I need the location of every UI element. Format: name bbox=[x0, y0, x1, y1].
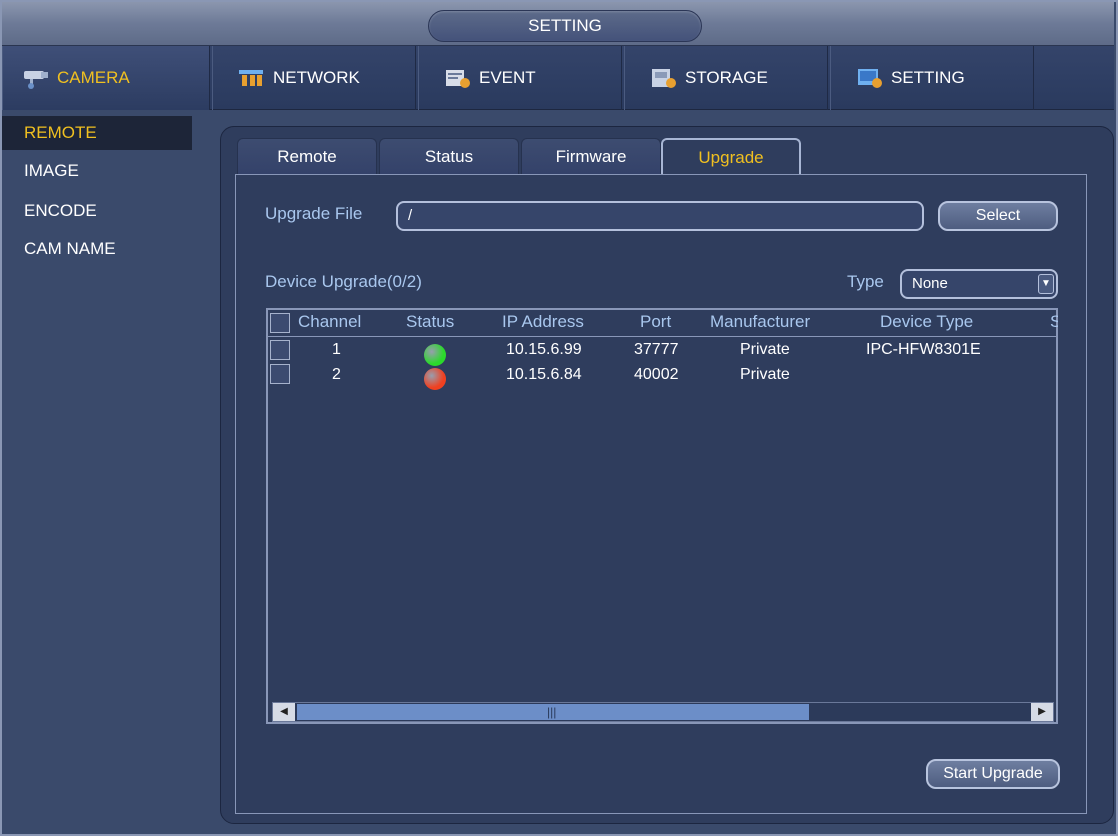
row-checkbox[interactable] bbox=[270, 364, 290, 384]
status-online-icon bbox=[424, 344, 446, 366]
select-all-checkbox[interactable] bbox=[270, 313, 290, 333]
type-select[interactable]: None ▼ bbox=[900, 269, 1058, 299]
title-bar: SETTING bbox=[2, 2, 1114, 46]
nav-label: NETWORK bbox=[273, 68, 360, 87]
upgrade-file-field[interactable]: / bbox=[396, 201, 924, 231]
horizontal-scrollbar[interactable]: ◀ ||| ▶ bbox=[272, 702, 1054, 722]
camera-icon bbox=[24, 71, 48, 89]
sidebar-item-cam-name[interactable]: CAM NAME bbox=[2, 232, 192, 266]
scroll-left-icon[interactable]: ◀ bbox=[273, 703, 295, 721]
grip-icon: ||| bbox=[547, 705, 557, 719]
cell-manufacturer: Private bbox=[740, 366, 790, 383]
status-offline-icon bbox=[424, 368, 446, 390]
type-label: Type bbox=[847, 272, 884, 291]
cell-ip-address: 10.15.6.84 bbox=[506, 366, 582, 383]
nav-camera[interactable]: CAMERA bbox=[2, 46, 210, 110]
column-header-device-type[interactable]: Device Type bbox=[880, 312, 973, 332]
chevron-down-icon: ▼ bbox=[1038, 274, 1054, 294]
nav-label: STORAGE bbox=[685, 68, 768, 87]
column-header-channel[interactable]: Channel bbox=[298, 312, 361, 332]
type-select-value: None bbox=[912, 275, 948, 292]
device-table: Channel Status IP Address Port Manufactu… bbox=[266, 308, 1058, 724]
select-button[interactable]: Select bbox=[938, 201, 1058, 231]
tab-upgrade[interactable]: Upgrade bbox=[661, 138, 801, 174]
cell-device-type: IPC-HFW8301E bbox=[866, 341, 981, 358]
nav-event[interactable]: EVENT bbox=[418, 46, 622, 110]
scroll-thumb[interactable]: ||| bbox=[297, 704, 809, 720]
header-divider bbox=[268, 336, 1056, 337]
nav-storage[interactable]: STORAGE bbox=[624, 46, 828, 110]
nav-label: EVENT bbox=[479, 68, 536, 87]
scroll-right-icon[interactable]: ▶ bbox=[1031, 703, 1053, 721]
sidebar-item-remote[interactable]: REMOTE bbox=[2, 116, 192, 150]
storage-icon bbox=[652, 69, 676, 88]
cell-manufacturer: Private bbox=[740, 341, 790, 358]
network-icon bbox=[239, 70, 263, 86]
cell-port: 37777 bbox=[634, 341, 679, 358]
top-nav: CAMERA NETWORK EVENT STORAGE SETTING bbox=[2, 46, 1114, 110]
upgrade-file-label: Upgrade File bbox=[265, 204, 363, 223]
nav-network[interactable]: NETWORK bbox=[212, 46, 416, 110]
column-header-status[interactable]: Status bbox=[406, 312, 454, 332]
sidebar-item-image[interactable]: IMAGE bbox=[2, 154, 192, 188]
sidebar-item-encode[interactable]: ENCODE bbox=[2, 194, 192, 228]
device-upgrade-label: Device Upgrade(0/2) bbox=[265, 272, 422, 291]
start-upgrade-button[interactable]: Start Upgrade bbox=[926, 759, 1060, 789]
setting-icon bbox=[858, 69, 882, 88]
row-checkbox[interactable] bbox=[270, 340, 290, 360]
tab-status[interactable]: Status bbox=[379, 138, 519, 174]
cell-channel: 1 bbox=[332, 341, 341, 358]
column-header-truncated[interactable]: S bbox=[1050, 312, 1058, 332]
nav-setting[interactable]: SETTING bbox=[830, 46, 1034, 110]
cell-channel: 2 bbox=[332, 366, 341, 383]
column-header-ip-address[interactable]: IP Address bbox=[502, 312, 584, 332]
window-title: SETTING bbox=[428, 10, 702, 42]
sidebar: REMOTE IMAGE ENCODE CAM NAME bbox=[2, 110, 204, 834]
tab-firmware[interactable]: Firmware bbox=[521, 138, 661, 174]
nav-label: SETTING bbox=[891, 68, 965, 87]
column-header-port[interactable]: Port bbox=[640, 312, 671, 332]
event-icon bbox=[446, 70, 470, 88]
column-header-manufacturer[interactable]: Manufacturer bbox=[710, 312, 810, 332]
cell-ip-address: 10.15.6.99 bbox=[506, 341, 582, 358]
tab-remote[interactable]: Remote bbox=[237, 138, 377, 174]
nav-label: CAMERA bbox=[57, 68, 130, 87]
cell-port: 40002 bbox=[634, 366, 679, 383]
